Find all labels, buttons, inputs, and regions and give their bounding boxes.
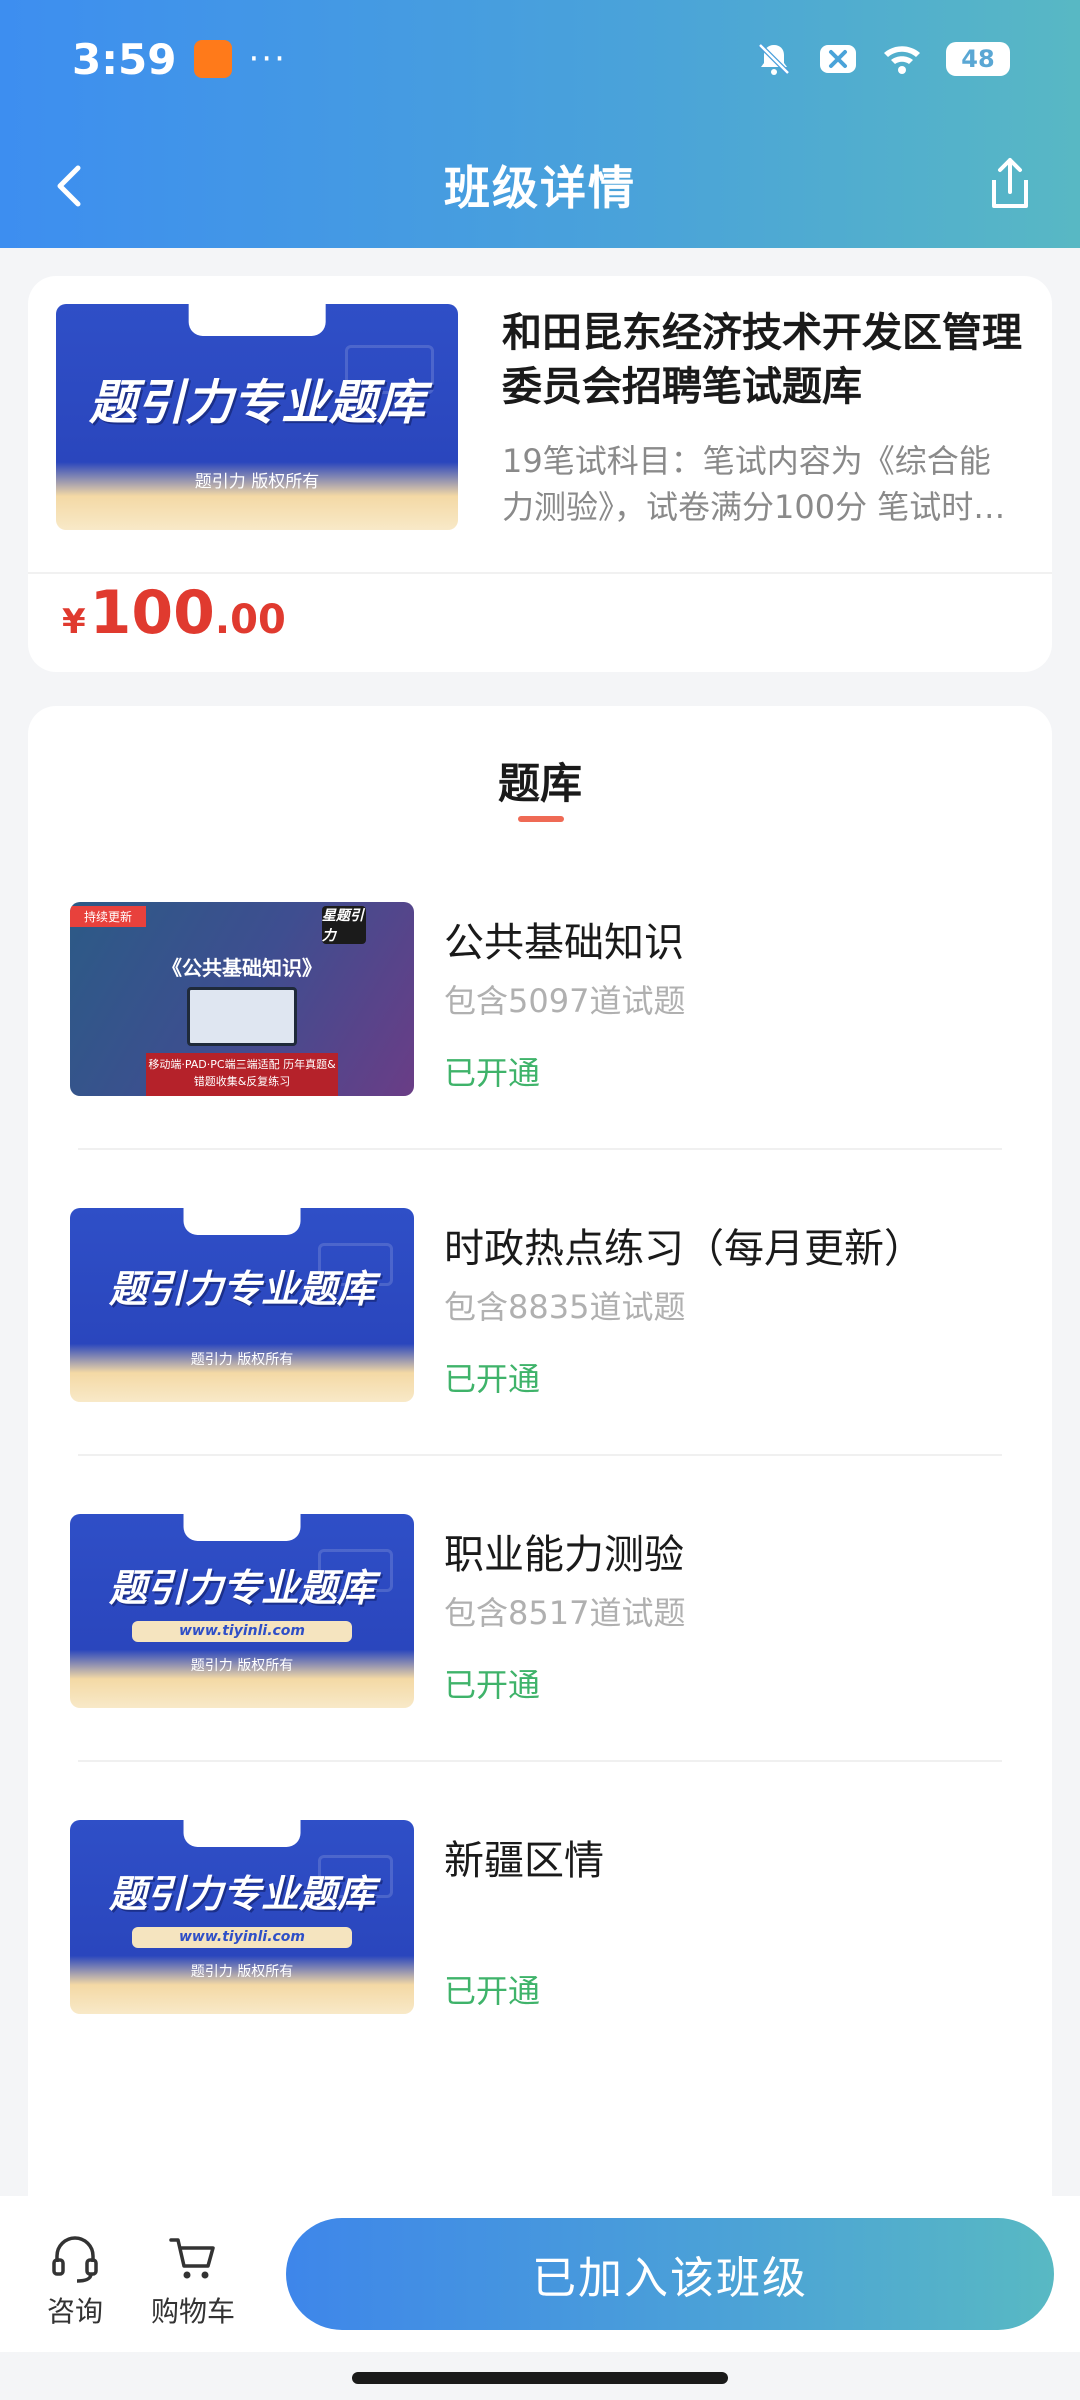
cover-tag: 持续更新 [70,906,147,927]
bank-status: 已开通 [444,1054,541,1092]
list-item[interactable]: 题引力专业题库 www.tiyinli.com 题引力 版权所有 新疆区情 已开… [28,1820,1052,2126]
cover-copyright: 题引力 版权所有 [190,1352,294,1369]
battery-icon: 48 [946,42,1010,76]
cover-title: 《公共基础知识》 [162,956,322,981]
bank-name: 职业能力测验 [444,1532,684,1578]
bank-name: 新疆区情 [444,1838,604,1884]
price-decimal: .00 [214,597,286,643]
bank-question-count: 包含5097道试题 [444,982,686,1020]
cover-headline: 题引力专业题库 [88,374,425,431]
cover-logo-tab [183,1514,301,1542]
cover-logo-tab [183,1208,301,1236]
consult-label: 咨询 [46,2295,103,2328]
status-time: 3:59 [72,34,177,84]
bottom-action-bar: 咨询 购物车 已加入该班级 [0,2196,1080,2352]
row-divider [78,1760,1002,1762]
consult-button[interactable]: 咨询 [20,2230,130,2330]
device-screen-graphic [186,987,298,1046]
share-icon[interactable] [980,154,1040,214]
price-divider [28,572,1052,574]
shopping-cart-icon [169,2238,215,2279]
cover-logo-tab [188,304,326,336]
headset-icon [52,2236,98,2283]
bank-status: 已开通 [444,1972,541,2010]
course-cover-image: 题引力专业题库 题引力 版权所有 [56,304,458,530]
cover-logo-tab [183,1820,301,1848]
price-integer: 100 [89,578,215,648]
bell-muted-icon [758,43,790,75]
wifi-icon [884,46,920,74]
section-tab-indicator [518,816,564,822]
bank-cover-image: 持续更新 星题引力 《公共基础知识》 移动端·PAD·PC端三端适配 历年真题&… [70,902,414,1096]
cover-copyright: 题引力 版权所有 [190,1658,294,1675]
cover-logo: 星题引力 [321,905,366,944]
section-title[interactable]: 题库 [28,750,1052,811]
bank-name: 公共基础知识 [444,920,684,966]
question-bank-card: 题库 持续更新 星题引力 《公共基础知识》 移动端·PAD·PC端三端适配 历年… [28,706,1052,2216]
bank-status: 已开通 [444,1666,541,1704]
navigation-bar: 班级详情 [0,130,1080,240]
bank-question-count: 包含8835道试题 [444,1288,686,1326]
price-currency: ¥ [62,602,86,642]
course-description: 19笔试科目：笔试内容为《综合能力测验》，试卷满分100分 笔试时间为120分钟 [502,442,1006,526]
home-indicator[interactable] [352,2372,728,2384]
cover-headline: 题引力专业题库 [108,1565,375,1610]
cover-url-banner: www.tiyinli.com [131,1620,353,1643]
shopping-app-icon [194,40,233,78]
bank-name: 时政热点练习（每月更新） [444,1226,924,1272]
joined-class-button[interactable]: 已加入该班级 [286,2218,1054,2330]
back-arrow-icon[interactable] [44,158,100,214]
close-notification-icon [820,45,856,73]
bank-cover-image: 题引力专业题库 题引力 版权所有 [70,1208,414,1402]
more-notifications-icon: ··· [248,39,287,79]
list-item[interactable]: 题引力专业题库 www.tiyinli.com 题引力 版权所有 职业能力测验 … [28,1514,1052,1820]
list-item[interactable]: 持续更新 星题引力 《公共基础知识》 移动端·PAD·PC端三端适配 历年真题&… [28,902,1052,1208]
cover-headline: 题引力专业题库 [108,1267,375,1312]
cart-label: 购物车 [150,2295,235,2328]
course-price: ¥ 100 .00 [62,578,286,648]
status-bar: 3:59 ··· 48 [0,0,1080,118]
page-title: 班级详情 [444,161,636,215]
row-divider [78,1148,1002,1150]
cover-bar: 移动端·PAD·PC端三端适配 历年真题&错题收集&反复练习 [145,1053,339,1096]
cover-headline: 题引力专业题库 [108,1871,375,1916]
course-summary-card: 题引力专业题库 题引力 版权所有 和田昆东经济技术开发区管理委员会招聘笔试题库 … [28,276,1052,672]
course-title: 和田昆东经济技术开发区管理委员会招聘笔试题库 [502,310,1022,410]
bank-question-count: 包含8517道试题 [444,1594,686,1632]
list-item[interactable]: 题引力专业题库 题引力 版权所有 时政热点练习（每月更新） 包含8835道试题 … [28,1208,1052,1514]
cover-copyright: 题引力 版权所有 [194,471,320,492]
cover-url-banner: www.tiyinli.com [131,1926,353,1949]
row-divider [78,1454,1002,1456]
cart-button[interactable]: 购物车 [138,2230,248,2330]
bank-cover-image: 题引力专业题库 www.tiyinli.com 题引力 版权所有 [70,1514,414,1708]
bank-status: 已开通 [444,1360,541,1398]
bank-cover-image: 题引力专业题库 www.tiyinli.com 题引力 版权所有 [70,1820,414,2014]
cover-copyright: 题引力 版权所有 [190,1964,294,1981]
